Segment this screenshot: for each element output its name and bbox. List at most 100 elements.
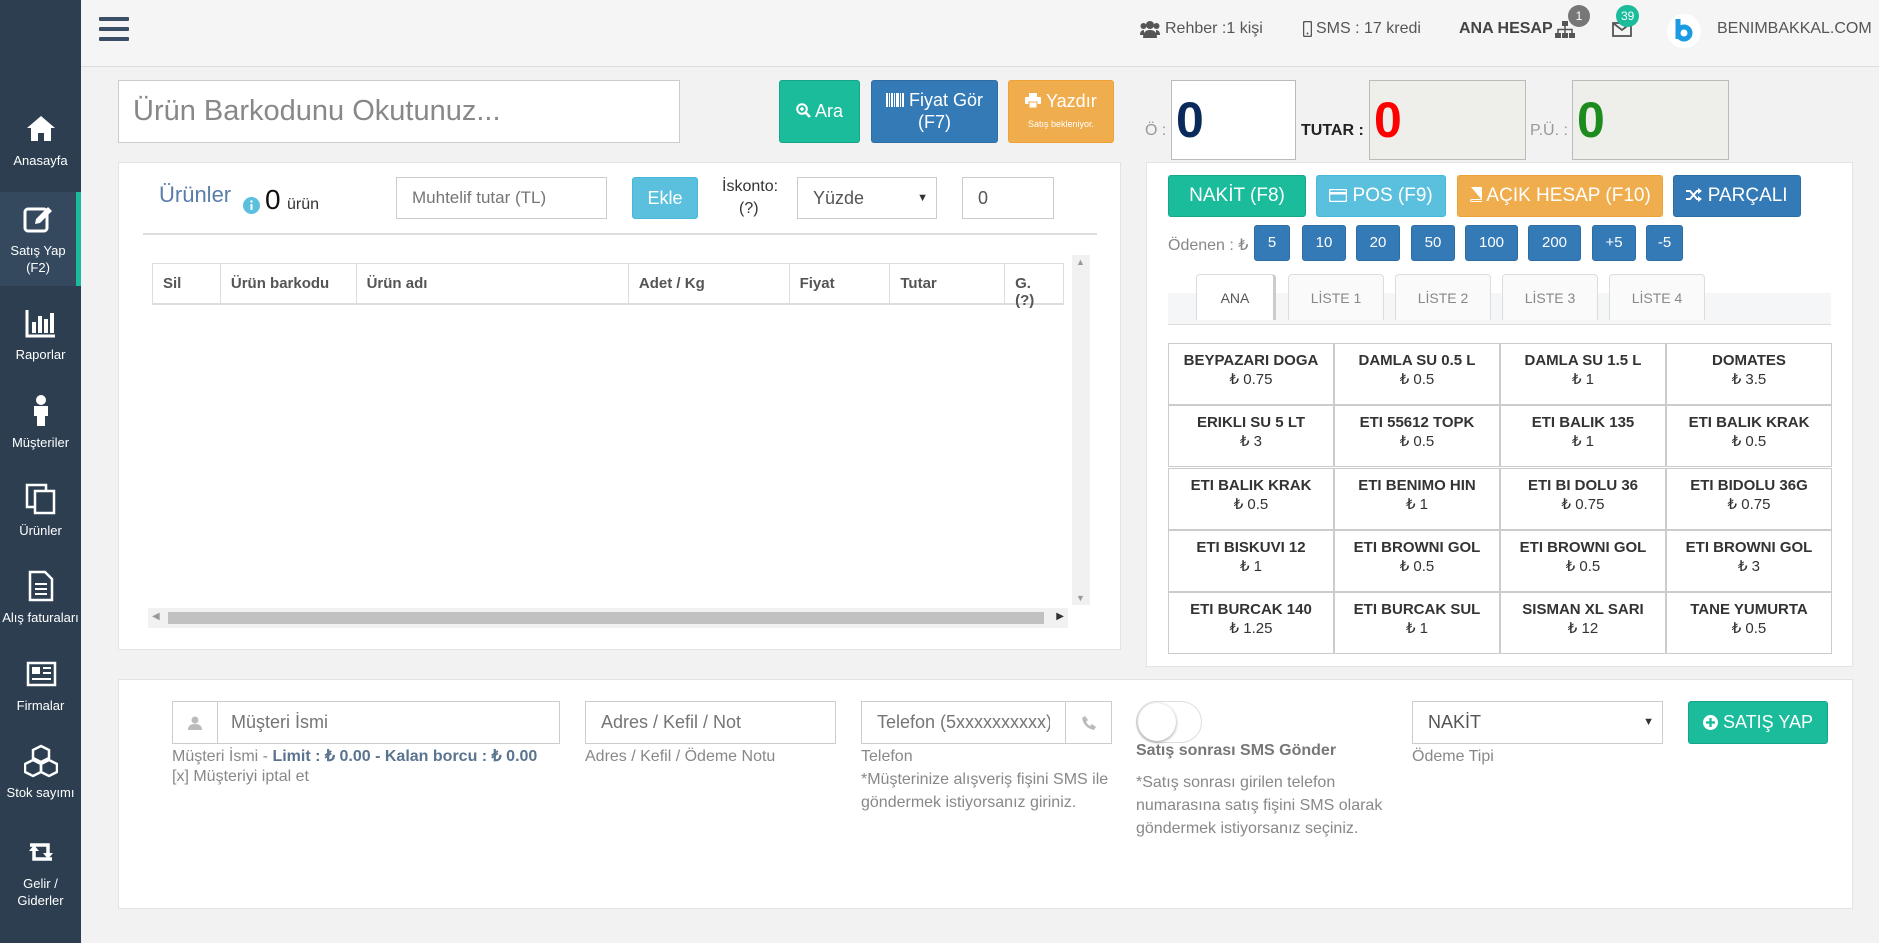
sidebar-item-gelir-giderler[interactable]: Gelir / Giderler xyxy=(0,835,81,909)
mobile-phone-icon xyxy=(1303,21,1312,37)
sidebar-item-firmalar[interactable]: Firmalar xyxy=(0,657,81,714)
phone-input[interactable] xyxy=(862,702,1065,743)
sidebar-item-stok-sayimi[interactable]: Stok sayımı xyxy=(0,744,81,801)
quick-product-price: ₺ 1 xyxy=(1571,371,1595,388)
quick-product-price: ₺ 0.5 xyxy=(1399,433,1435,450)
ara-button[interactable]: Ara xyxy=(779,80,860,143)
parcali-button[interactable]: PARÇALI xyxy=(1673,175,1801,217)
quick-product-button[interactable]: ETI BALIK 135 ₺ 1 xyxy=(1500,405,1666,467)
tab-liste-4[interactable]: LİSTE 4 xyxy=(1609,274,1705,320)
sidebar-item-anasayfa[interactable]: Anasayfa xyxy=(0,112,81,169)
muhtelif-tutar-input[interactable] xyxy=(396,177,607,219)
account-name[interactable]: ANA HESAP xyxy=(1459,20,1553,38)
quick-product-button[interactable]: ETI BROWNI GOL ₺ 0.5 xyxy=(1334,530,1500,592)
cash-20-button[interactable]: 20 xyxy=(1356,225,1400,261)
sidebar-item-raporlar[interactable]: Raporlar xyxy=(0,306,81,363)
quick-product-name: ETI 55612 TOPK xyxy=(1359,414,1475,431)
iskonto-value-input[interactable] xyxy=(962,177,1054,219)
phone-group[interactable] xyxy=(861,701,1112,744)
document-icon xyxy=(28,570,53,602)
quick-product-name: SISMAN XL SARI xyxy=(1522,601,1644,618)
brand-name[interactable]: BENIMBAKKAL.COM xyxy=(1717,20,1872,38)
cash-100-button[interactable]: 100 xyxy=(1465,225,1518,261)
iskonto-type-select[interactable]: Yüzde ▼ xyxy=(797,177,937,219)
address-input[interactable] xyxy=(585,701,836,744)
scroll-up-icon[interactable]: ▲ xyxy=(1076,257,1085,267)
customer-name-group[interactable] xyxy=(172,701,560,744)
pos-button[interactable]: POS (F9) xyxy=(1316,175,1446,217)
quick-product-button[interactable]: ETI BROWNI GOL ₺ 3 xyxy=(1666,530,1832,592)
quick-product-button[interactable]: DAMLA SU 0.5 L ₺ 0.5 xyxy=(1334,343,1500,405)
tab-liste-2[interactable]: LİSTE 2 xyxy=(1395,274,1491,320)
sidebar-item-alis-faturalari[interactable]: Alış faturaları xyxy=(0,569,81,626)
tutar-value: 0 xyxy=(1369,80,1526,160)
sms-credit-info[interactable]: SMS : 17 kredi xyxy=(1316,20,1421,38)
horizontal-scrollbar[interactable]: ◀ ▶ xyxy=(148,608,1068,628)
chevron-down-icon: ▼ xyxy=(917,192,928,204)
quick-product-button[interactable]: ETI BIDOLU 36G ₺ 0.75 xyxy=(1666,468,1832,530)
col-urun-adi: Ürün adı xyxy=(357,264,629,303)
cash-50-button[interactable]: 50 xyxy=(1411,225,1455,261)
sidebar-item-musteriler[interactable]: Müşteriler xyxy=(0,394,81,451)
bar-chart-icon xyxy=(25,310,55,338)
fiyat-gor-button[interactable]: Fiyat Gör (F7) xyxy=(871,80,998,143)
quick-product-button[interactable]: BEYPAZARI DOGA ₺ 0.75 xyxy=(1168,343,1334,405)
sidebar-item-satis-yap[interactable]: Satış Yap (F2) xyxy=(0,192,81,286)
quick-product-button[interactable]: ETI 55612 TOPK ₺ 0.5 xyxy=(1334,405,1500,467)
quick-product-name: BEYPAZARI DOGA xyxy=(1183,352,1319,369)
sms-toggle[interactable] xyxy=(1136,701,1202,743)
quick-product-button[interactable]: SISMAN XL SARI ₺ 12 xyxy=(1500,592,1666,654)
quick-product-button[interactable]: ETI BROWNI GOL ₺ 0.5 xyxy=(1500,530,1666,592)
cash-plus5-button[interactable]: +5 xyxy=(1592,225,1636,261)
info-icon[interactable] xyxy=(243,197,260,214)
rehber-info[interactable]: Rehber :1 kişi xyxy=(1165,20,1263,38)
quick-product-button[interactable]: TANE YUMURTA ₺ 0.5 xyxy=(1666,592,1832,654)
quick-product-price: ₺ 0.5 xyxy=(1399,558,1435,575)
satis-yap-button[interactable]: SATIŞ YAP xyxy=(1688,701,1828,744)
quick-product-price: ₺ 1 xyxy=(1405,496,1429,513)
quick-product-button[interactable]: ERIKLI SU 5 LT ₺ 3 xyxy=(1168,405,1334,467)
cash-10-button[interactable]: 10 xyxy=(1302,225,1346,261)
quick-product-name: ETI BROWNI GOL xyxy=(1353,539,1481,556)
quick-product-button[interactable]: ETI BI DOLU 36 ₺ 0.75 xyxy=(1500,468,1666,530)
quick-product-button[interactable]: DAMLA SU 1.5 L ₺ 1 xyxy=(1500,343,1666,405)
quick-product-button[interactable]: ETI BALIK KRAK ₺ 0.5 xyxy=(1168,468,1334,530)
quick-product-button[interactable]: ETI BENIMO HIN ₺ 1 xyxy=(1334,468,1500,530)
sidebar-item-label: Raporlar xyxy=(15,347,66,362)
quick-product-button[interactable]: ETI BURCAK 140 ₺ 1.25 xyxy=(1168,592,1334,654)
pu-label: P.Ü. : xyxy=(1530,122,1568,139)
sidebar-item-label: Müşteriler xyxy=(11,435,70,450)
cancel-customer-link[interactable]: [x] Müşteriyi iptal et xyxy=(172,768,309,786)
ekle-button[interactable]: Ekle xyxy=(632,177,698,219)
barcode-input[interactable] xyxy=(118,80,680,143)
sidebar-item-label: Stok sayımı xyxy=(6,785,75,800)
col-tutar: Tutar xyxy=(890,264,1006,303)
iskonto-help[interactable]: (?) xyxy=(739,200,759,218)
cash-200-button[interactable]: 200 xyxy=(1528,225,1581,261)
payment-type-select[interactable]: NAKİT ▼ xyxy=(1412,701,1663,744)
cash-5-button[interactable]: 5 xyxy=(1254,225,1290,261)
tab-liste-1[interactable]: LİSTE 1 xyxy=(1288,274,1384,320)
scroll-left-icon[interactable]: ◀ xyxy=(152,611,160,622)
hamburger-menu-icon[interactable] xyxy=(99,17,129,43)
quick-product-button[interactable]: DOMATES ₺ 3.5 xyxy=(1666,343,1832,405)
scroll-right-icon[interactable]: ▶ xyxy=(1056,611,1064,622)
vertical-scrollbar[interactable]: ▲ ▼ xyxy=(1072,255,1090,605)
yazdir-button[interactable]: Yazdır Satış bekleniyor. xyxy=(1008,80,1114,143)
customer-name-input[interactable] xyxy=(219,702,559,743)
nakit-button[interactable]: NAKİT (F8) xyxy=(1168,175,1306,217)
tab-liste-3[interactable]: LİSTE 3 xyxy=(1502,274,1598,320)
sidebar-item-urunler[interactable]: Ürünler xyxy=(0,482,81,539)
quick-product-button[interactable]: ETI BURCAK SUL ₺ 1 xyxy=(1334,592,1500,654)
sidebar-item-label: Ürünler xyxy=(19,523,62,538)
col-g: G. (?) xyxy=(1015,275,1035,309)
quick-product-button[interactable]: ETI BALIK KRAK ₺ 0.5 xyxy=(1666,405,1832,467)
acik-hesap-button[interactable]: AÇIK HESAP (F10) xyxy=(1457,175,1663,217)
quick-product-button[interactable]: ETI BISKUVI 12 ₺ 1 xyxy=(1168,530,1334,592)
scroll-thumb[interactable] xyxy=(168,612,1044,624)
cash-minus5-button[interactable]: -5 xyxy=(1646,225,1683,261)
address-help: Adres / Kefil / Ödeme Notu xyxy=(585,748,776,765)
products-title: Ürünler xyxy=(159,182,232,207)
scroll-down-icon[interactable]: ▼ xyxy=(1076,593,1085,603)
tab-ana[interactable]: ANA xyxy=(1196,274,1276,320)
